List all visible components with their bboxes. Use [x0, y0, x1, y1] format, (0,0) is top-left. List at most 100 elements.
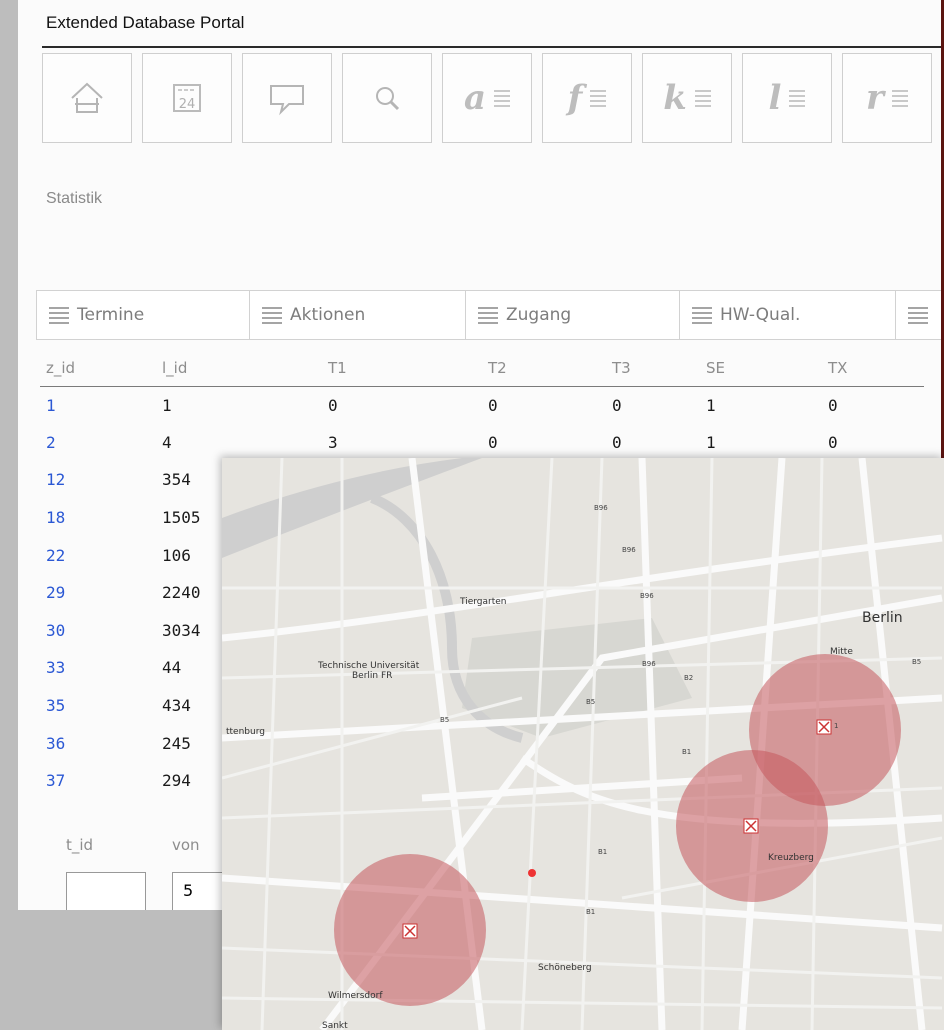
list-r-button[interactable]: r [842, 53, 932, 143]
road-shield: B1 [682, 748, 691, 756]
home-icon [71, 82, 103, 113]
col-header[interactable]: l_id [162, 350, 328, 387]
table-cell: 1 [706, 432, 716, 452]
road-shield: B96 [594, 504, 608, 512]
home-button[interactable] [42, 53, 132, 143]
location-marker-icon[interactable] [402, 923, 418, 939]
list-r-letter: r [866, 78, 884, 118]
app-title: Extended Database Portal [46, 13, 245, 32]
map-label-wilmersdorf: Wilmersdorf [328, 991, 383, 1001]
map-label-tu: Technische Universität [317, 661, 420, 671]
speech-bubble-icon [270, 85, 304, 116]
marker-number: 1 [834, 722, 838, 730]
location-marker-icon[interactable] [743, 818, 759, 834]
table-header: z_id l_id T1 T2 T3 SE TX [40, 350, 924, 387]
river-area [222, 458, 482, 558]
col-header[interactable]: z_id [40, 350, 162, 387]
road-shield: B5 [440, 716, 449, 724]
comment-button[interactable] [242, 53, 332, 143]
row-id-link[interactable]: 22 [40, 536, 162, 574]
list-icon [891, 87, 908, 110]
road-shield: B96 [622, 546, 636, 554]
tab-aktionen[interactable]: Aktionen [250, 290, 466, 340]
table-cell: 1 [162, 395, 172, 415]
row-id-link[interactable]: 33 [40, 649, 162, 687]
tab-hw-qual[interactable]: HW-Qual. [680, 290, 896, 340]
road-shield: B1 [586, 908, 595, 916]
map-label-kreuzberg: Kreuzberg [768, 853, 814, 863]
list-l-letter: l [768, 78, 782, 118]
map-label-sankt: Sankt [322, 1021, 348, 1030]
calendar-day-text: 24 [179, 97, 196, 112]
row-id-link[interactable]: 35 [40, 687, 162, 725]
map-label-tu2: Berlin FR [352, 671, 392, 681]
row-id-link[interactable]: 29 [40, 574, 162, 612]
table-cell: 0 [612, 395, 622, 415]
row-id-link[interactable]: 36 [40, 724, 162, 762]
table-cell: 4 [162, 432, 172, 452]
table-cell: 0 [488, 395, 498, 415]
list-a-button[interactable]: a [442, 53, 532, 143]
menu-icon [692, 304, 712, 327]
search-button[interactable] [342, 53, 432, 143]
map-canvas: Berlin Mitte Tiergarten Technische Unive… [222, 458, 943, 1030]
map-label-mitte: Mitte [830, 647, 853, 657]
road-shield: B96 [640, 592, 654, 600]
list-k-button[interactable]: k [642, 53, 732, 143]
menu-icon [49, 304, 69, 327]
section-title: Statistik [46, 190, 103, 207]
list-icon [494, 87, 511, 110]
tab-label: Aktionen [290, 305, 366, 325]
list-icon [694, 87, 711, 110]
table-cell: 0 [828, 432, 838, 452]
road-shield: B2 [684, 674, 693, 682]
tid-label: t_id [66, 836, 94, 854]
tid-input[interactable] [66, 872, 146, 910]
table-cell: 3 [328, 432, 338, 452]
list-l-button[interactable]: l [742, 53, 832, 143]
table-cell: 1 [706, 395, 716, 415]
road-shield: B5 [912, 658, 921, 666]
col-header[interactable]: TX [828, 350, 924, 387]
table-cell: 0 [328, 395, 338, 415]
table-row[interactable]: 1100010 [40, 386, 924, 424]
menu-icon [908, 304, 928, 327]
row-id-link[interactable]: 30 [40, 612, 162, 650]
search-icon [376, 87, 400, 111]
row-id-link[interactable]: 2 [40, 424, 162, 462]
tab-label: HW-Qual. [720, 305, 801, 325]
col-header[interactable]: T2 [488, 350, 612, 387]
tab-zugang[interactable]: Zugang [466, 290, 680, 340]
row-id-link[interactable]: 37 [40, 762, 162, 800]
row-id-link[interactable]: 1 [40, 386, 162, 424]
table-row[interactable]: 24 3 0 0 1 0 [40, 424, 924, 462]
tab-termine[interactable]: Termine [36, 290, 250, 340]
tab-more[interactable] [896, 290, 941, 340]
map-label-tiergarten: Tiergarten [459, 597, 507, 607]
von-value: 5 [183, 881, 194, 900]
tab-bar: Termine Aktionen Zugang HW-Qual. [36, 290, 941, 340]
road-shield: B1 [598, 848, 607, 856]
list-icon [590, 87, 607, 110]
col-header[interactable]: T1 [328, 350, 488, 387]
map-label-berlin: Berlin [862, 610, 903, 626]
calendar-icon: 24 [173, 84, 201, 112]
list-icon [789, 87, 806, 110]
table-cell: 0 [612, 432, 622, 452]
table-cell: 0 [488, 432, 498, 452]
calendar-button[interactable]: 24 [142, 53, 232, 143]
map-window[interactable]: Berlin Mitte Tiergarten Technische Unive… [222, 458, 944, 1030]
list-f-button[interactable]: f [542, 53, 632, 143]
row-id-link[interactable]: 12 [40, 461, 162, 499]
col-header[interactable]: SE [706, 350, 828, 387]
row-id-link[interactable]: 18 [40, 499, 162, 537]
col-header[interactable]: T3 [612, 350, 706, 387]
von-label: von [172, 836, 200, 854]
toolbar: 24 a f k l r [42, 53, 941, 143]
location-marker-icon[interactable] [816, 719, 832, 735]
tab-label: Zugang [506, 305, 572, 325]
road-shield: B96 [642, 660, 656, 668]
title-divider [42, 46, 941, 48]
road-shield: B5 [586, 698, 595, 706]
menu-icon [262, 304, 282, 327]
